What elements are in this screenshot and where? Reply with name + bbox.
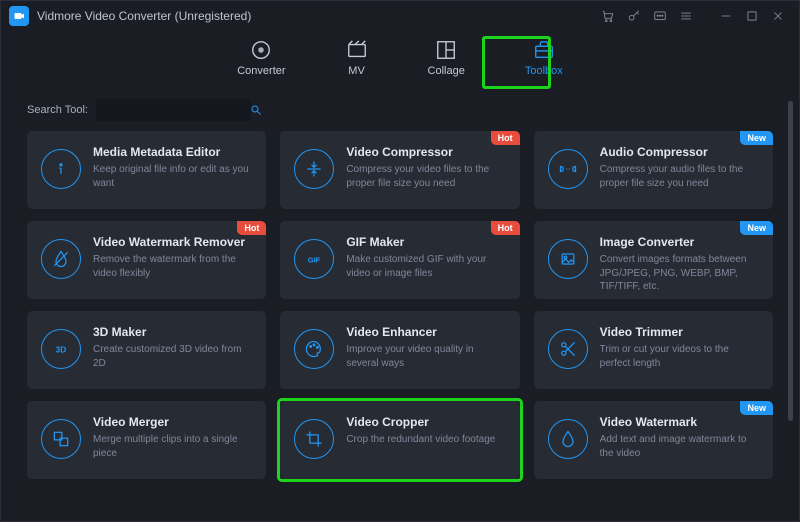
tool-desc: Trim or cut your videos to the perfect l… — [600, 343, 761, 370]
tool-title: Video Watermark — [600, 415, 761, 429]
tool-desc: Keep original file info or edit as you w… — [93, 163, 254, 190]
tool-title: Audio Compressor — [600, 145, 761, 159]
tab-mv[interactable]: MV — [336, 35, 378, 81]
tool-desc: Compress your video files to the proper … — [346, 163, 507, 190]
hot-badge: Hot — [237, 221, 266, 235]
hot-badge: Hot — [491, 221, 520, 235]
tool-3d-maker[interactable]: 3D 3D Maker Create customized 3D video f… — [27, 311, 266, 389]
tool-video-compressor[interactable]: Hot Video Compressor Compress your video… — [280, 131, 519, 209]
close-button[interactable] — [765, 3, 791, 29]
svg-text:GIF: GIF — [308, 255, 321, 264]
message-icon[interactable] — [647, 3, 673, 29]
new-badge: New — [740, 401, 773, 415]
cart-icon[interactable] — [595, 3, 621, 29]
tool-video-merger[interactable]: Video Merger Merge multiple clips into a… — [27, 401, 266, 479]
maximize-button[interactable] — [739, 3, 765, 29]
tab-converter[interactable]: Converter — [227, 35, 295, 81]
watermark-icon — [548, 419, 588, 459]
tool-desc: Merge multiple clips into a single piece — [93, 433, 254, 460]
tab-toolbox[interactable]: Toolbox — [515, 35, 573, 81]
titlebar: Vidmore Video Converter (Unregistered) — [1, 1, 799, 31]
tool-video-watermark[interactable]: New Video Watermark Add text and image w… — [534, 401, 773, 479]
tab-label: Collage — [428, 65, 465, 77]
tool-video-watermark-remover[interactable]: Hot Video Watermark Remover Remove the w… — [27, 221, 266, 299]
crop-icon — [294, 419, 334, 459]
tool-desc: Remove the watermark from the video flex… — [93, 253, 254, 280]
app-window: Vidmore Video Converter (Unregistered) C… — [0, 0, 800, 522]
merge-icon — [41, 419, 81, 459]
search-box — [96, 99, 251, 121]
search-row: Search Tool: — [27, 99, 773, 121]
new-badge: New — [740, 221, 773, 235]
tool-title: Video Merger — [93, 415, 254, 429]
tool-title: Video Cropper — [346, 415, 507, 429]
tool-title: Image Converter — [600, 235, 761, 249]
new-badge: New — [740, 131, 773, 145]
3d-icon: 3D — [41, 329, 81, 369]
tool-desc: Add text and image watermark to the vide… — [600, 433, 761, 460]
tool-desc: Make customized GIF with your video or i… — [346, 253, 507, 280]
compress-icon — [294, 149, 334, 189]
image-icon — [548, 239, 588, 279]
scissors-icon — [548, 329, 588, 369]
tool-desc: Convert images formats between JPG/JPEG,… — [600, 253, 761, 294]
tool-image-converter[interactable]: New Image Converter Convert images forma… — [534, 221, 773, 299]
scrollbar[interactable] — [788, 101, 793, 421]
tool-video-cropper[interactable]: Video Cropper Crop the redundant video f… — [280, 401, 519, 479]
audio-compress-icon — [548, 149, 588, 189]
window-title: Vidmore Video Converter (Unregistered) — [37, 9, 251, 23]
palette-icon — [294, 329, 334, 369]
tool-title: Video Watermark Remover — [93, 235, 254, 249]
tools-grid: Media Metadata Editor Keep original file… — [27, 131, 773, 479]
search-icon[interactable] — [250, 104, 262, 116]
tool-audio-compressor[interactable]: New Audio Compressor Compress your audio… — [534, 131, 773, 209]
svg-text:3D: 3D — [56, 344, 67, 354]
tab-label: Toolbox — [525, 65, 563, 77]
tool-title: GIF Maker — [346, 235, 507, 249]
tool-video-enhancer[interactable]: Video Enhancer Improve your video qualit… — [280, 311, 519, 389]
tool-video-trimmer[interactable]: Video Trimmer Trim or cut your videos to… — [534, 311, 773, 389]
info-icon — [41, 149, 81, 189]
tool-desc: Compress your audio files to the proper … — [600, 163, 761, 190]
tab-label: MV — [348, 65, 365, 77]
app-logo — [9, 6, 29, 26]
tool-desc: Create customized 3D video from 2D — [93, 343, 254, 370]
tool-gif-maker[interactable]: Hot GIF GIF Maker Make customized GIF wi… — [280, 221, 519, 299]
main-nav: Converter MV Collage Toolbox — [1, 31, 799, 91]
water-drop-icon — [41, 239, 81, 279]
content-area: Search Tool: Media Metadata Editor Keep … — [1, 91, 799, 511]
tool-title: Video Enhancer — [346, 325, 507, 339]
tool-title: Video Trimmer — [600, 325, 761, 339]
search-label: Search Tool: — [27, 104, 88, 116]
tool-title: Video Compressor — [346, 145, 507, 159]
search-input[interactable] — [96, 104, 250, 116]
menu-icon[interactable] — [673, 3, 699, 29]
gif-icon: GIF — [294, 239, 334, 279]
tool-title: Media Metadata Editor — [93, 145, 254, 159]
tab-collage[interactable]: Collage — [418, 35, 475, 81]
hot-badge: Hot — [491, 131, 520, 145]
minimize-button[interactable] — [713, 3, 739, 29]
tool-desc: Crop the redundant video footage — [346, 433, 507, 447]
tool-desc: Improve your video quality in several wa… — [346, 343, 507, 370]
tool-title: 3D Maker — [93, 325, 254, 339]
tool-media-metadata-editor[interactable]: Media Metadata Editor Keep original file… — [27, 131, 266, 209]
tab-label: Converter — [237, 65, 285, 77]
key-icon[interactable] — [621, 3, 647, 29]
